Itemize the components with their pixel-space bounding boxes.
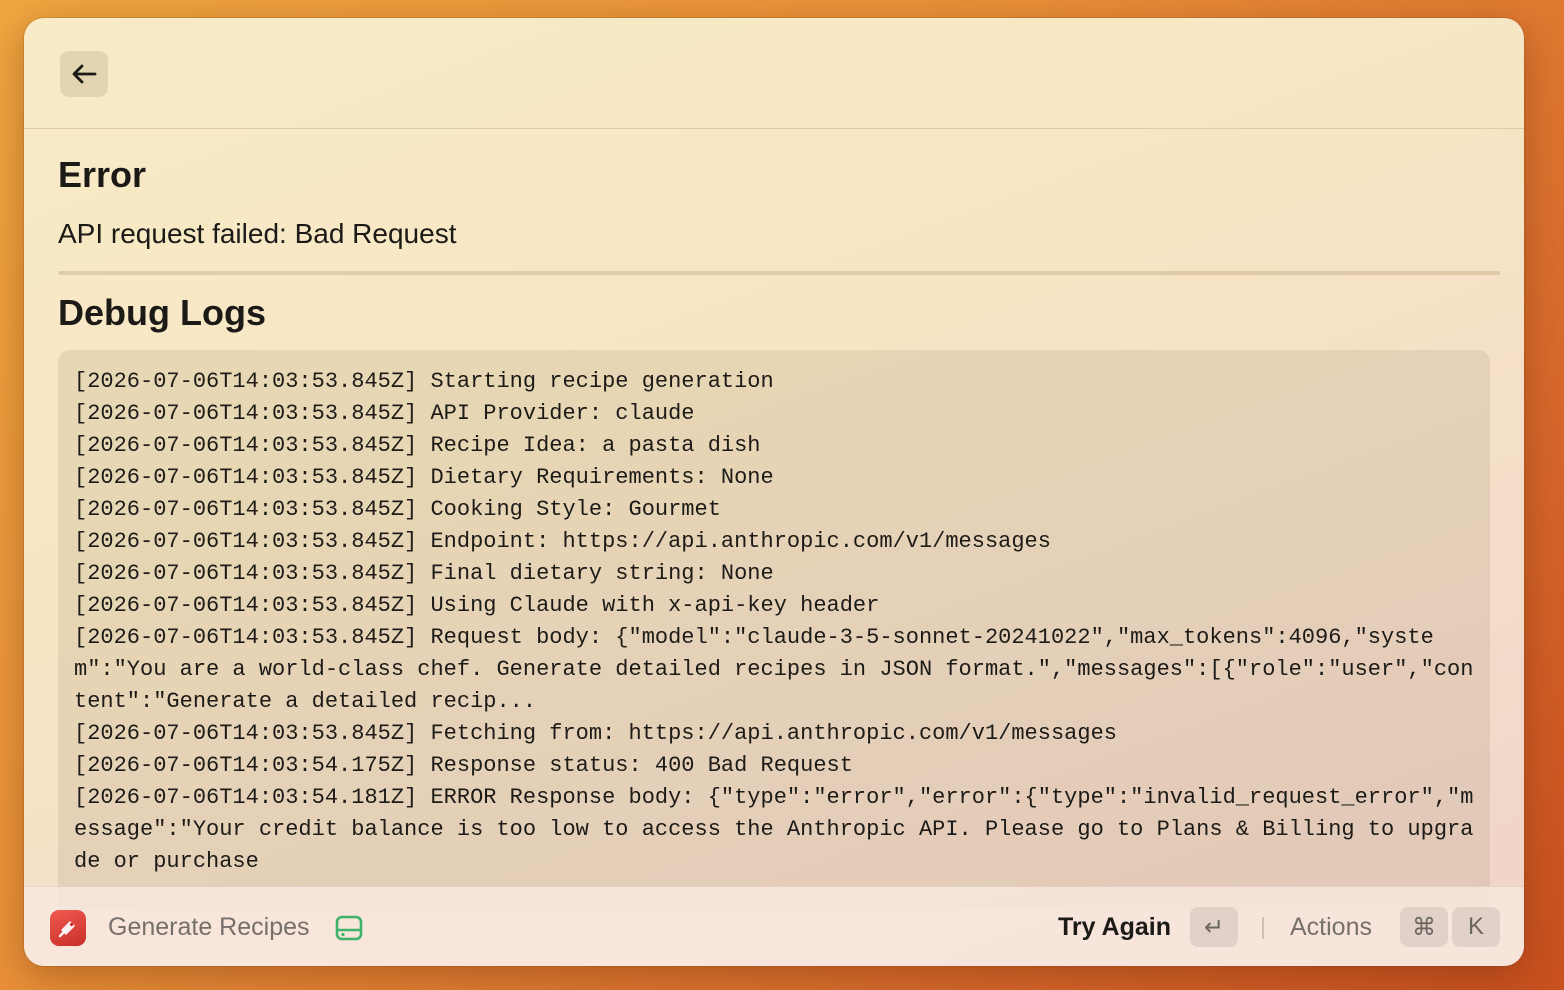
try-again-button[interactable]: Try Again: [1058, 913, 1171, 942]
drive-icon: [335, 915, 363, 941]
debug-log-block[interactable]: [2026-07-06T14:03:53.845Z] Starting reci…: [58, 350, 1490, 910]
log-line: [2026-07-06T14:03:53.845Z] Endpoint: htt…: [74, 529, 1051, 554]
divider: [58, 271, 1500, 275]
extension-window: Error API request failed: Bad Request De…: [24, 18, 1524, 966]
debug-logs-heading: Debug Logs: [58, 292, 266, 333]
log-line: [2026-07-06T14:03:53.845Z] Dietary Requi…: [74, 465, 774, 490]
back-button[interactable]: [60, 51, 108, 97]
log-line: [2026-07-06T14:03:53.845Z] Fetching from…: [74, 721, 1117, 746]
k-key[interactable]: K: [1452, 907, 1500, 947]
footer-separator: [1262, 917, 1264, 939]
actions-button[interactable]: Actions: [1290, 913, 1372, 942]
log-line: [2026-07-06T14:03:53.845Z] Starting reci…: [74, 369, 774, 394]
command-key-icon[interactable]: ⌘: [1400, 907, 1448, 947]
log-line: [2026-07-06T14:03:53.845Z] API Provider:…: [74, 401, 695, 426]
log-line: [2026-07-06T14:03:54.175Z] Response stat…: [74, 753, 853, 778]
log-line: [2026-07-06T14:03:53.845Z] Using Claude …: [74, 593, 880, 618]
recipe-app-icon: [50, 910, 86, 946]
error-message: API request failed: Bad Request: [58, 218, 457, 249]
arrow-left-icon: [72, 64, 97, 84]
extension-name: Generate Recipes: [108, 913, 310, 941]
top-bar: [24, 18, 1524, 129]
log-line: [2026-07-06T14:03:53.845Z] Final dietary…: [74, 561, 774, 586]
chef-hat-icon: [58, 921, 75, 938]
return-key-icon[interactable]: ↵: [1190, 907, 1238, 947]
log-line: [2026-07-06T14:03:53.845Z] Recipe Idea: …: [74, 433, 761, 458]
log-line: [2026-07-06T14:03:53.845Z] Cooking Style…: [74, 497, 721, 522]
log-line: [2026-07-06T14:03:53.845Z] Request body:…: [74, 625, 1474, 714]
log-line: [2026-07-06T14:03:54.181Z] ERROR Respons…: [74, 785, 1474, 874]
action-bar: Generate Recipes Try Again ↵ Actions ⌘ K: [24, 886, 1524, 966]
error-heading: Error: [58, 154, 147, 195]
